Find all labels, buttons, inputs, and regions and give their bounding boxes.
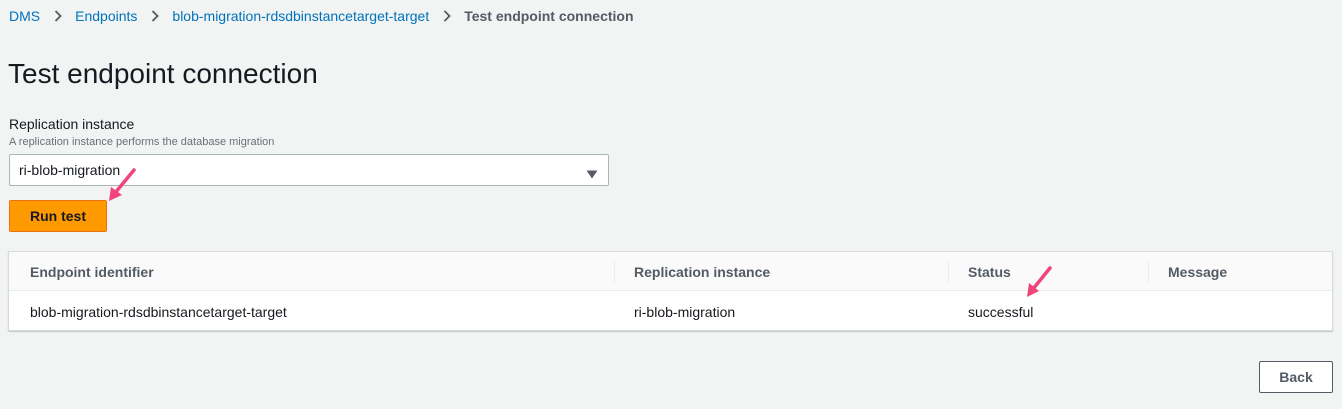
results-table: Endpoint identifier Replication instance… xyxy=(8,251,1333,331)
cell-endpoint-identifier: blob-migration-rdsdbinstancetarget-targe… xyxy=(30,304,287,320)
caret-down-icon xyxy=(586,166,598,179)
test-endpoint-connection-page: DMS Endpoints blob-migration-rdsdbinstan… xyxy=(0,0,1342,409)
breadcrumb: DMS Endpoints blob-migration-rdsdbinstan… xyxy=(9,6,634,26)
chevron-right-icon xyxy=(53,10,63,22)
column-divider[interactable] xyxy=(948,261,949,283)
replication-instance-select[interactable]: ri-blob-migration xyxy=(9,154,609,186)
replication-instance-selected-value: ri-blob-migration xyxy=(19,162,121,178)
replication-instance-description: A replication instance performs the data… xyxy=(9,136,275,148)
breadcrumb-endpoints[interactable]: Endpoints xyxy=(75,6,137,26)
cell-status: successful xyxy=(968,304,1034,320)
chevron-right-icon xyxy=(442,10,452,22)
run-test-button[interactable]: Run test xyxy=(9,200,107,232)
breadcrumb-current: Test endpoint connection xyxy=(464,8,634,24)
page-title: Test endpoint connection xyxy=(8,58,318,89)
column-divider[interactable] xyxy=(614,261,615,283)
chevron-right-icon xyxy=(150,10,160,22)
column-header-message[interactable]: Message xyxy=(1168,263,1227,281)
table-row: blob-migration-rdsdbinstancetarget-targe… xyxy=(9,291,1332,331)
column-divider[interactable] xyxy=(1148,261,1149,283)
column-header-endpoint-identifier[interactable]: Endpoint identifier xyxy=(30,263,154,281)
table-header: Endpoint identifier Replication instance… xyxy=(9,252,1332,291)
column-header-replication-instance[interactable]: Replication instance xyxy=(634,263,770,281)
replication-instance-label: Replication instance xyxy=(9,116,135,132)
breadcrumb-dms[interactable]: DMS xyxy=(9,6,40,26)
column-header-status[interactable]: Status xyxy=(968,263,1011,281)
breadcrumb-endpoint-name[interactable]: blob-migration-rdsdbinstancetarget-targe… xyxy=(172,6,429,26)
back-button[interactable]: Back xyxy=(1259,361,1333,393)
cell-replication-instance: ri-blob-migration xyxy=(634,304,736,320)
